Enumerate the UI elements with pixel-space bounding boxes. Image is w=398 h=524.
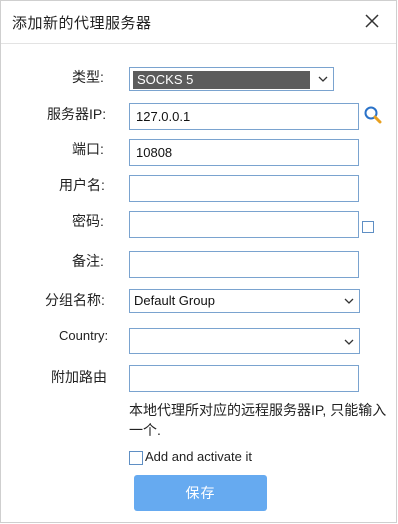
port-label: 端口: — [72, 141, 104, 157]
route-hint-text: 本地代理所对应的远程服务器IP, 只能输入一个. — [129, 402, 387, 438]
group-label: 分组名称: — [45, 292, 105, 308]
group-selected-value: Default Group — [134, 293, 215, 308]
password-label: 密码: — [72, 213, 104, 229]
show-password-checkbox[interactable] — [362, 221, 374, 233]
port-input[interactable] — [129, 139, 359, 166]
chevron-down-icon — [344, 298, 354, 304]
server-ip-input[interactable] — [129, 103, 359, 130]
type-selected-value: SOCKS 5 — [133, 71, 310, 89]
note-label: 备注: — [72, 253, 104, 269]
note-input[interactable] — [129, 251, 359, 278]
server-ip-label: 服务器IP: — [47, 106, 107, 122]
group-select[interactable]: Default Group — [129, 289, 360, 313]
country-label: Country: — [59, 328, 109, 343]
add-proxy-dialog: 添加新的代理服务器 类型: SOCKS 5 服务器IP: 端口: 用户名: 密码… — [0, 0, 397, 523]
chevron-down-icon — [344, 339, 354, 345]
close-icon[interactable] — [362, 11, 382, 31]
activate-label[interactable]: Add and activate it — [145, 449, 252, 464]
route-label: 附加路由 — [51, 369, 107, 385]
type-select[interactable]: SOCKS 5 — [129, 67, 334, 91]
route-input[interactable] — [129, 365, 359, 392]
search-icon[interactable] — [363, 105, 383, 125]
type-label: 类型: — [72, 69, 104, 85]
username-input[interactable] — [129, 175, 359, 202]
title-bar: 添加新的代理服务器 — [1, 1, 396, 44]
dialog-title: 添加新的代理服务器 — [12, 15, 152, 32]
password-input[interactable] — [129, 211, 359, 238]
save-button[interactable]: 保存 — [134, 475, 267, 511]
activate-checkbox[interactable] — [129, 451, 143, 465]
country-select[interactable] — [129, 328, 360, 354]
username-label: 用户名: — [59, 177, 105, 193]
chevron-down-icon — [318, 76, 328, 82]
